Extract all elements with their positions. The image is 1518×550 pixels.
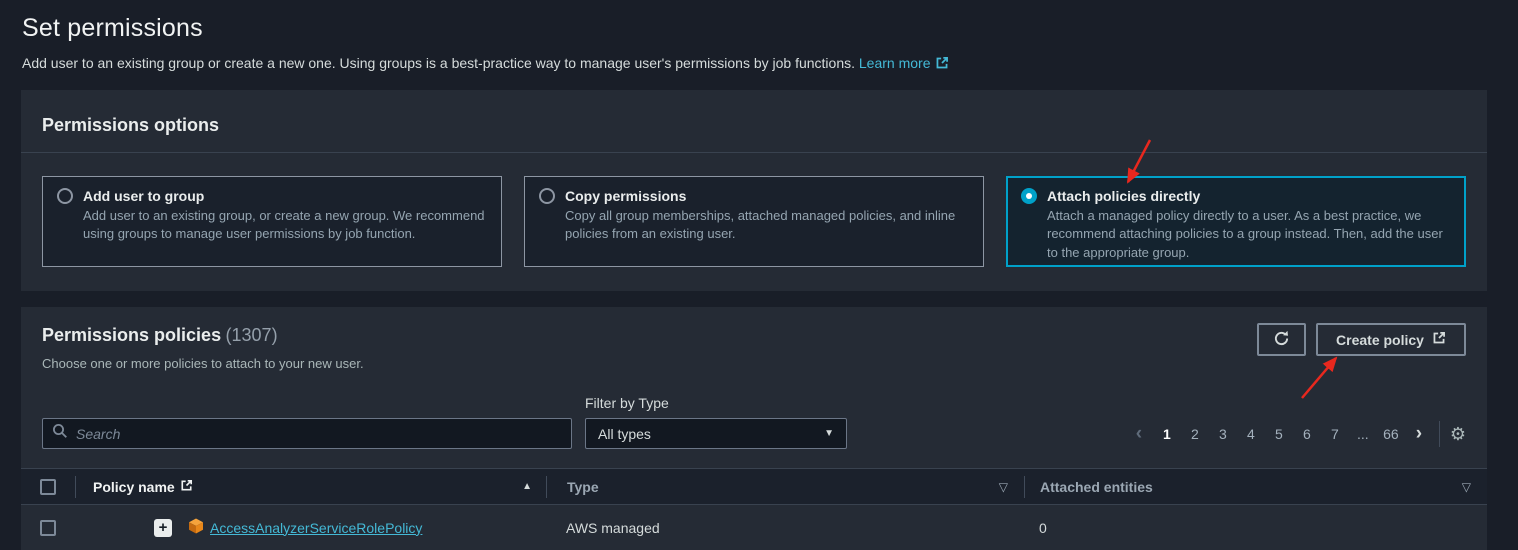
- refresh-icon: [1273, 330, 1290, 350]
- permissions-policies-title: Permissions policies (1307): [42, 325, 278, 346]
- option-description: Attach a managed policy directly to a us…: [1047, 208, 1443, 260]
- divider: [21, 152, 1487, 153]
- permissions-options-card: Permissions options Add user to group Ad…: [21, 90, 1487, 291]
- column-header-policy-name[interactable]: Policy name ▲: [76, 479, 546, 495]
- option-label: Attach policies directly: [1047, 188, 1201, 204]
- table-row: + AccessAnalyzerServiceRolePolicy AWS ma…: [21, 505, 1487, 550]
- external-link-icon: [180, 479, 193, 495]
- type-filter-dropdown[interactable]: All types ▼: [585, 418, 847, 449]
- option-copy-permissions[interactable]: Copy permissions Copy all group membersh…: [524, 176, 984, 267]
- pagination-page-4[interactable]: 4: [1237, 426, 1265, 442]
- sort-ascending-icon[interactable]: ▲: [522, 481, 532, 492]
- permissions-options-title: Permissions options: [42, 115, 220, 135]
- row-checkbox[interactable]: [40, 519, 56, 536]
- sort-icon[interactable]: ▽: [1462, 480, 1471, 494]
- learn-more-link[interactable]: Learn more: [859, 55, 950, 71]
- option-attach-policies-directly[interactable]: Attach policies directly Attach a manage…: [1006, 176, 1466, 267]
- column-header-type[interactable]: Type ▽: [547, 479, 1024, 495]
- policies-title-text: Permissions policies: [42, 325, 222, 345]
- search-input[interactable]: [76, 425, 562, 442]
- policy-name-header-label: Policy name: [93, 478, 175, 495]
- expand-row-button[interactable]: +: [154, 518, 172, 537]
- managed-policy-icon: [188, 518, 204, 537]
- pagination-prev[interactable]: ‹: [1125, 424, 1153, 443]
- permissions-policies-card: Permissions policies (1307) Choose one o…: [21, 307, 1487, 550]
- radio-unselected-icon[interactable]: [539, 188, 555, 204]
- option-description: Add user to an existing group, or create…: [83, 208, 485, 242]
- attached-entities-cell: 0: [1039, 519, 1047, 536]
- radio-unselected-icon[interactable]: [57, 188, 73, 204]
- gear-icon[interactable]: ⚙: [1450, 425, 1466, 443]
- policies-count: (1307): [225, 325, 278, 345]
- table-header-row: Policy name ▲ Type ▽ Attached entities ▽: [21, 468, 1487, 505]
- chevron-down-icon: ▼: [824, 428, 834, 439]
- refresh-button[interactable]: [1257, 323, 1306, 356]
- pagination-ellipsis: ...: [1357, 425, 1369, 442]
- pagination-page-6[interactable]: 6: [1293, 426, 1321, 442]
- set-permissions-page: Set permissions Add user to an existing …: [0, 0, 1518, 550]
- search-icon: [52, 423, 68, 444]
- select-all-checkbox[interactable]: [40, 478, 56, 495]
- filter-by-type-label: Filter by Type: [585, 395, 669, 411]
- pagination-page-2[interactable]: 2: [1181, 426, 1209, 442]
- external-link-icon: [935, 56, 949, 73]
- create-policy-label: Create policy: [1336, 331, 1424, 348]
- pagination-page-7[interactable]: 7: [1321, 426, 1349, 442]
- page-title: Set permissions: [22, 14, 203, 42]
- pagination-page-3[interactable]: 3: [1209, 426, 1237, 442]
- pagination-page-5[interactable]: 5: [1265, 426, 1293, 442]
- create-policy-button[interactable]: Create policy: [1316, 323, 1466, 356]
- option-description: Copy all group memberships, attached man…: [565, 208, 956, 242]
- attached-entities-header-label: Attached entities: [1040, 478, 1153, 495]
- type-filter-value: All types: [598, 425, 651, 442]
- type-header-label: Type: [567, 478, 599, 495]
- page-subtitle-text: Add user to an existing group or create …: [22, 55, 855, 71]
- learn-more-label: Learn more: [858, 55, 931, 71]
- pagination-page-1[interactable]: 1: [1153, 426, 1181, 442]
- permissions-options-group: Add user to group Add user to an existin…: [42, 176, 1466, 267]
- page-subtitle: Add user to an existing group or create …: [22, 55, 949, 73]
- policy-name-link[interactable]: AccessAnalyzerServiceRolePolicy: [210, 520, 422, 536]
- divider: [1438, 420, 1440, 447]
- sort-icon[interactable]: ▽: [999, 480, 1008, 494]
- option-label: Add user to group: [83, 188, 205, 204]
- policy-type-cell: AWS managed: [566, 519, 660, 536]
- pagination-page-66[interactable]: 66: [1377, 426, 1405, 442]
- search-box[interactable]: [42, 418, 572, 449]
- policies-description: Choose one or more policies to attach to…: [42, 356, 364, 371]
- pagination-next[interactable]: ›: [1405, 424, 1433, 443]
- pagination: ‹ 1 2 3 4 5 6 7 ... 66 › ⚙: [1125, 418, 1466, 449]
- radio-selected-icon[interactable]: [1021, 188, 1037, 204]
- column-header-attached-entities[interactable]: Attached entities ▽: [1025, 479, 1487, 495]
- option-add-user-to-group[interactable]: Add user to group Add user to an existin…: [42, 176, 502, 267]
- option-label: Copy permissions: [565, 188, 687, 204]
- external-link-icon: [1432, 331, 1446, 348]
